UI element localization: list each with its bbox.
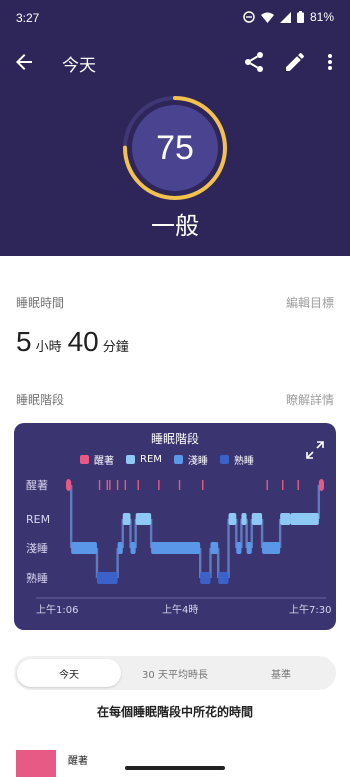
legend-swatch	[80, 455, 89, 464]
stage-segment	[262, 542, 281, 554]
x-tick-label: 上午1:06	[36, 603, 78, 616]
status-time: 3:27	[16, 11, 40, 25]
expand-icon[interactable]	[306, 441, 324, 459]
stage-segment	[228, 513, 237, 525]
awake-tick	[282, 480, 284, 490]
legend-item: REM	[126, 454, 162, 465]
y-axis-label: 熟睡	[26, 571, 48, 585]
status-icons: 81%	[243, 10, 334, 24]
stage-segment	[151, 542, 201, 554]
stage-segment	[200, 572, 211, 584]
chart-title: 睡眠階段	[150, 432, 199, 446]
x-tick-label: 上午7:30	[289, 603, 331, 616]
awake-tick	[178, 480, 181, 490]
stage-segment	[290, 513, 319, 525]
awake-tick	[116, 480, 119, 490]
awake-tick	[266, 480, 268, 490]
stage-transition	[69, 485, 73, 548]
chart-legend: 醒著 REM 淺睡 熟睡	[80, 452, 254, 467]
stage-segment	[246, 542, 252, 554]
tab-benchmark[interactable]: 基準	[229, 659, 333, 687]
home-indicator	[125, 766, 225, 770]
back-arrow-icon[interactable]	[12, 50, 36, 74]
sleep-stages-label: 睡眠階段	[16, 393, 65, 407]
learn-more-link[interactable]: 瞭解詳情	[286, 391, 334, 408]
do-not-disturb-icon	[243, 11, 255, 23]
header: 3:27 81% 今天 75 一般	[0, 0, 350, 256]
awake-swatch	[16, 750, 56, 777]
sleep-time-label: 睡眠時間	[16, 296, 65, 310]
sleep-score-value: 75	[156, 128, 194, 167]
awake-tick	[98, 480, 101, 490]
stage-segment	[241, 513, 247, 525]
signal-icon	[279, 11, 291, 23]
stage-segment	[66, 479, 72, 491]
stage-segment	[218, 572, 229, 584]
awake-tick	[124, 480, 127, 490]
edit-goal-link[interactable]: 編輯目標	[286, 294, 334, 311]
x-tick-label: 上午4時	[162, 603, 198, 616]
stage-segment	[236, 542, 242, 554]
stage-segment	[251, 513, 263, 525]
awake-tick	[158, 480, 160, 490]
time-in-stage-caption: 在每個睡眠階段中所花的時間	[96, 705, 253, 719]
legend-label: 熟睡	[233, 456, 254, 467]
legend-swatch	[173, 455, 183, 464]
stage-segment	[122, 513, 131, 525]
stage-segment	[135, 513, 152, 525]
sleep-stages-chart[interactable]: 醒著 REM 淺睡 熟睡 上午1:06 上午4時 上午7:30 睡眠階段 醒著 REM 淺睡 熟睡	[14, 423, 336, 630]
stage-segment	[71, 542, 97, 554]
page-title: 今天	[62, 56, 96, 76]
range-tabs: 今天 30 天平均時長 基準	[14, 656, 336, 690]
legend-label: REM	[140, 454, 162, 465]
awake-tick	[137, 480, 139, 490]
stage-segment	[96, 572, 118, 584]
duration-minutes-unit: 分鐘	[102, 340, 129, 355]
tab-30-day-average[interactable]: 30 天平均時長	[123, 659, 227, 687]
stage-transition	[227, 519, 230, 578]
legend-item: 熟睡	[219, 452, 254, 467]
legend-swatch	[219, 455, 229, 464]
awake-tick	[109, 480, 111, 490]
legend-label: 淺睡	[187, 456, 208, 467]
edit-pencil-icon[interactable]	[283, 50, 307, 74]
sleep-score-label: 一般	[151, 212, 199, 240]
app-bar: 今天	[0, 40, 350, 84]
awake-row-label: 醒著	[68, 756, 88, 767]
duration-hours: 5	[16, 326, 32, 357]
battery-percent: 81%	[309, 10, 334, 24]
legend-swatch	[126, 455, 135, 464]
more-vert-icon[interactable]	[322, 50, 338, 74]
awake-tick	[202, 480, 204, 490]
sleep-duration: 5 小時 40 分鐘	[16, 326, 135, 358]
awake-tick	[106, 480, 108, 490]
y-axis-label: REM	[26, 513, 50, 526]
stage-segment	[130, 542, 136, 554]
y-axis-label: 淺睡	[26, 542, 48, 555]
duration-hours-unit: 小時	[35, 340, 62, 355]
legend-item: 醒著	[80, 452, 114, 467]
status-bar: 3:27 81%	[0, 0, 350, 38]
battery-icon	[296, 11, 304, 23]
legend-label: 醒著	[94, 456, 114, 467]
stage-segment	[210, 542, 219, 554]
y-axis-label: 醒著	[26, 478, 48, 492]
wifi-icon	[260, 12, 274, 23]
tab-today[interactable]: 今天	[17, 659, 121, 687]
awake-tick	[297, 480, 299, 490]
share-icon[interactable]	[242, 50, 266, 74]
stage-segment	[117, 542, 123, 554]
legend-item: 淺睡	[173, 452, 208, 467]
stage-segment	[280, 513, 291, 525]
stage-segment	[318, 479, 324, 491]
duration-minutes: 40	[67, 326, 99, 357]
